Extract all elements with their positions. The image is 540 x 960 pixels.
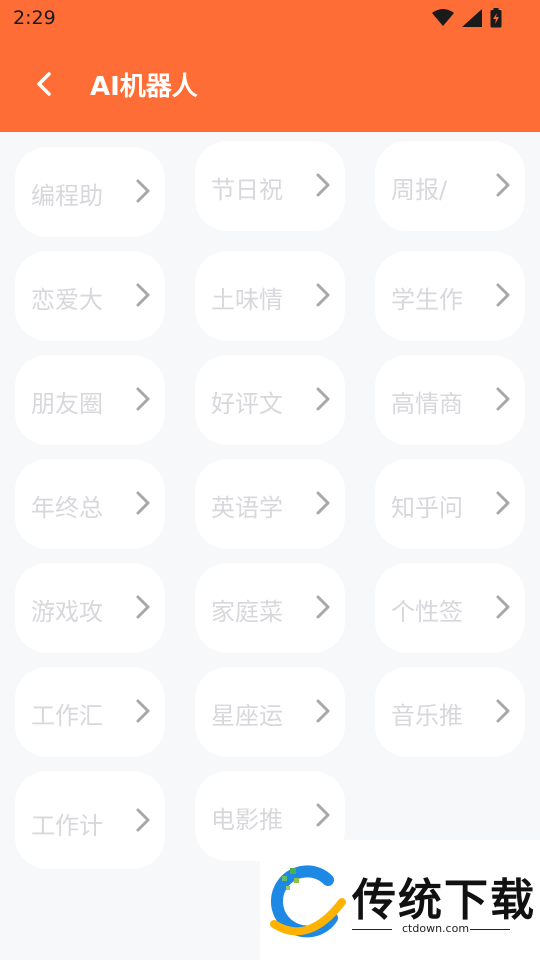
card-label: 电影推 [211, 806, 283, 834]
watermark-divider [352, 929, 392, 930]
chevron-right-icon [316, 803, 330, 827]
watermark-url: ctdown.com [402, 922, 470, 935]
card-label: 音乐推 [391, 702, 463, 730]
ctdown-logo-icon [270, 865, 346, 938]
chevron-right-icon [496, 283, 510, 307]
watermark-banner: 传统下载 ctdown.com [260, 840, 540, 960]
card-label: 朋友圈 [31, 390, 103, 418]
chevron-right-icon [316, 283, 330, 307]
assistant-card[interactable]: 英语学 [195, 459, 345, 549]
chevron-right-icon [316, 699, 330, 723]
assistant-card[interactable]: 星座运 [195, 667, 345, 757]
assistant-card[interactable]: 土味情 [195, 251, 345, 341]
chevron-right-icon [496, 595, 510, 619]
status-icons [432, 8, 502, 28]
assistant-card[interactable]: 知乎问 [375, 459, 525, 549]
assistant-card[interactable]: 个性签 [375, 563, 525, 653]
assistant-card[interactable]: 游戏攻 [15, 563, 165, 653]
assistant-card[interactable]: 音乐推 [375, 667, 525, 757]
card-label: 土味情 [211, 286, 283, 314]
assistant-card[interactable]: 高情商 [375, 355, 525, 445]
assistant-card[interactable]: 家庭菜 [195, 563, 345, 653]
assistant-card[interactable]: 工作计 [15, 771, 165, 869]
assistant-card[interactable]: 好评文 [195, 355, 345, 445]
chevron-right-icon [316, 173, 330, 197]
card-label: 知乎问 [391, 494, 463, 522]
app-bar: AI机器人 [0, 36, 540, 132]
status-time: 2:29 [13, 7, 56, 29]
assistant-card[interactable]: 编程助 [15, 147, 165, 237]
watermark-divider [470, 929, 510, 930]
signal-icon [462, 9, 482, 27]
assistant-card[interactable]: 朋友圈 [15, 355, 165, 445]
assistant-card[interactable]: 年终总 [15, 459, 165, 549]
assistant-card[interactable]: 工作汇 [15, 667, 165, 757]
page-title: AI机器人 [90, 72, 198, 102]
card-label: 游戏攻 [31, 598, 103, 626]
chevron-right-icon [316, 595, 330, 619]
assistant-card[interactable]: 学生作 [375, 251, 525, 341]
chevron-right-icon [496, 491, 510, 515]
card-label: 家庭菜 [211, 598, 283, 626]
chevron-right-icon [316, 387, 330, 411]
card-label: 工作汇 [31, 702, 103, 730]
card-label: 年终总 [31, 494, 103, 522]
card-label: 学生作 [391, 286, 463, 314]
assistant-card[interactable]: 节日祝 [195, 141, 345, 231]
chevron-left-icon [37, 72, 51, 96]
chevron-right-icon [136, 179, 150, 203]
chevron-right-icon [496, 387, 510, 411]
chevron-right-icon [496, 173, 510, 197]
card-label: 恋爱大 [31, 286, 103, 314]
card-label: 英语学 [211, 494, 283, 522]
wifi-icon [432, 9, 454, 26]
status-bar: 2:29 [0, 0, 540, 36]
card-label: 工作计 [31, 812, 103, 840]
card-label: 节日祝 [211, 176, 283, 204]
chevron-right-icon [136, 699, 150, 723]
card-label: 周报/ [391, 176, 448, 204]
back-button[interactable] [24, 64, 64, 104]
card-label: 编程助 [31, 182, 103, 210]
chevron-right-icon [136, 595, 150, 619]
chevron-right-icon [136, 808, 150, 832]
card-label: 好评文 [211, 390, 283, 418]
card-label: 高情商 [391, 390, 463, 418]
assistant-card[interactable]: 恋爱大 [15, 251, 165, 341]
chevron-right-icon [136, 387, 150, 411]
chevron-right-icon [316, 491, 330, 515]
battery-icon [490, 8, 502, 28]
watermark-brand: 传统下载 [352, 875, 536, 926]
chevron-right-icon [136, 491, 150, 515]
card-label: 个性签 [391, 598, 463, 626]
card-label: 星座运 [211, 702, 283, 730]
chevron-right-icon [496, 699, 510, 723]
chevron-right-icon [136, 283, 150, 307]
assistant-card[interactable]: 周报/ [375, 141, 525, 231]
